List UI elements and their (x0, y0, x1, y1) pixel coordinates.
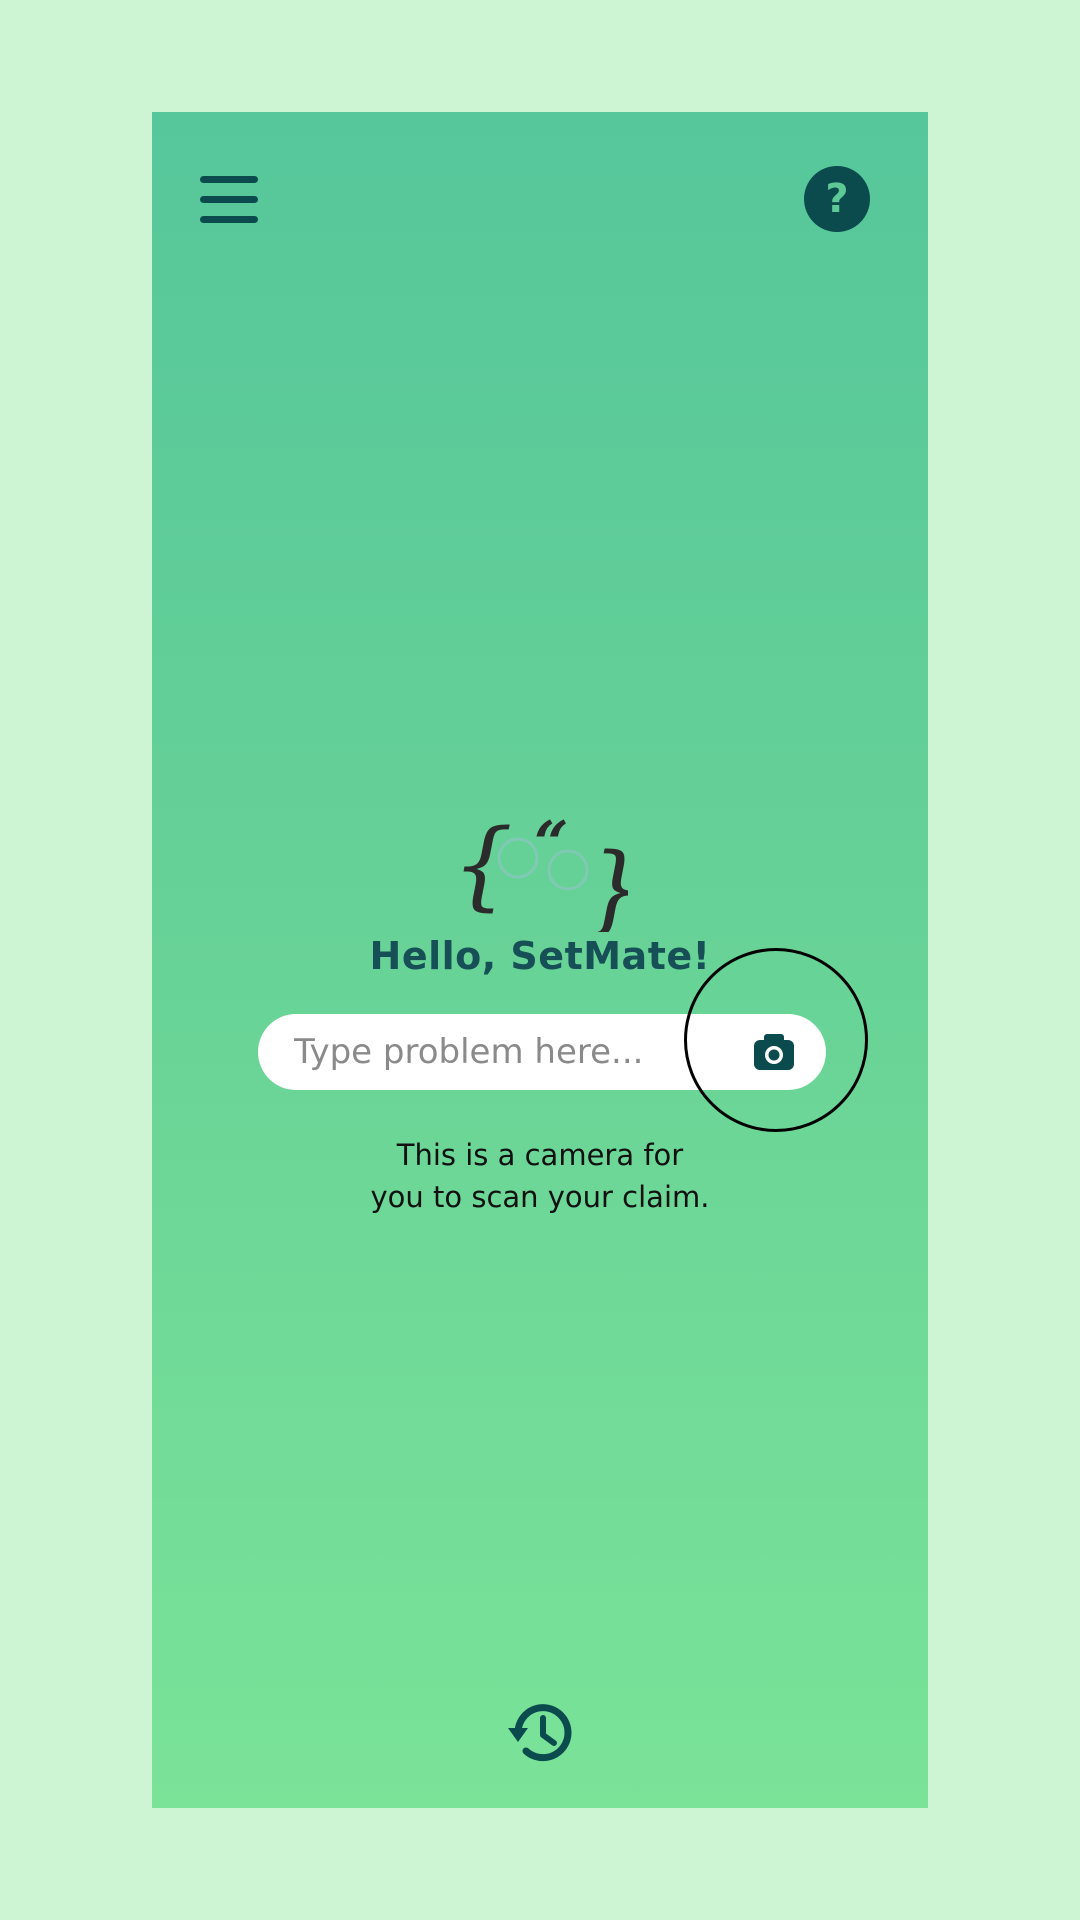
svg-text:}: } (584, 833, 628, 932)
question-mark-icon: ? (825, 176, 849, 222)
svg-text:{: { (452, 809, 513, 921)
screen-backdrop: ? { “ } Hello, SetMate! This is a camera… (0, 0, 1080, 1920)
help-button[interactable]: ? (804, 166, 870, 232)
hamburger-menu-icon-bar (200, 196, 258, 203)
problem-input[interactable] (294, 1014, 714, 1090)
history-clock-icon[interactable] (506, 1698, 576, 1768)
svg-text:“: “ (534, 809, 569, 879)
app-screen: ? { “ } Hello, SetMate! This is a camera… (152, 112, 928, 1808)
camera-icon[interactable] (752, 1032, 796, 1072)
app-logo-icon: { “ } (452, 809, 628, 932)
search-bar (258, 1014, 826, 1090)
menu-button[interactable] (200, 172, 258, 226)
hamburger-menu-icon-bar (200, 216, 258, 223)
greeting-title: Hello, SetMate! (369, 934, 711, 978)
camera-tooltip-text: This is a camera for you to scan your cl… (370, 1138, 710, 1214)
hamburger-menu-icon-bar (200, 176, 258, 183)
